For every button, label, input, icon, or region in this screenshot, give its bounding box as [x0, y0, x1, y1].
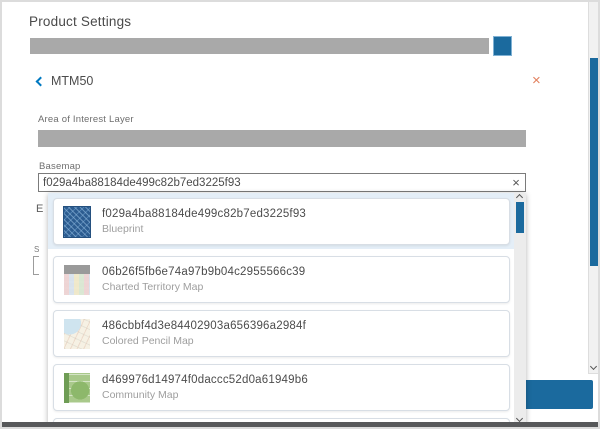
- area-of-interest-input-redacted[interactable]: [38, 130, 526, 147]
- obscured-checkbox[interactable]: [33, 256, 39, 275]
- basemap-dropdown-list: f029a4ba88184de499c82b7ed3225f93 Bluepri…: [48, 193, 526, 429]
- dropdown-scrollbar[interactable]: [514, 193, 526, 424]
- remove-product-icon[interactable]: ×: [532, 73, 541, 88]
- chevron-left-icon: [36, 76, 46, 86]
- basemap-option-id: 486cbbf4d3e84402903a656396a2984f: [102, 320, 306, 332]
- basemap-input[interactable]: [39, 177, 507, 189]
- scroll-down-icon[interactable]: [590, 363, 597, 370]
- primary-action-button[interactable]: [523, 380, 593, 409]
- community-map-thumbnail: [64, 373, 90, 403]
- basemap-option-name: Community Map: [102, 389, 308, 401]
- back-nav[interactable]: MTM50: [37, 73, 93, 89]
- basemap-option[interactable]: f029a4ba88184de499c82b7ed3225f93 Bluepri…: [53, 198, 510, 245]
- basemap-option-id: 06b26f5fb6e74a97b9b04c2955566c39: [102, 266, 305, 278]
- area-of-interest-label: Area of Interest Layer: [38, 114, 134, 125]
- obscured-label-fragment-2: S: [34, 245, 46, 254]
- basemap-option-id: f029a4ba88184de499c82b7ed3225f93: [102, 208, 306, 220]
- page-scrollbar[interactable]: [588, 2, 598, 374]
- clear-input-icon[interactable]: ×: [507, 176, 525, 189]
- basemap-option-name: Colored Pencil Map: [102, 335, 306, 347]
- basemap-label: Basemap: [39, 161, 81, 172]
- colored-pencil-map-thumbnail: [64, 319, 90, 349]
- redacted-header-bar: [30, 38, 489, 54]
- dropdown-scroll-down-icon[interactable]: [516, 415, 523, 422]
- basemap-option-id: d469976d14974f0daccc52d0a61949b6: [102, 374, 308, 386]
- basemap-option[interactable]: d469976d14974f0daccc52d0a61949b6 Communi…: [53, 364, 510, 411]
- back-nav-label: MTM50: [51, 74, 93, 88]
- basemap-option[interactable]: 06b26f5fb6e74a97b9b04c2955566c39 Charted…: [53, 256, 510, 303]
- basemap-combobox[interactable]: ×: [38, 173, 526, 192]
- bottom-edge-strip: [2, 422, 600, 429]
- basemap-option[interactable]: 486cbbf4d3e84402903a656396a2984f Colored…: [53, 310, 510, 357]
- obscured-label-fragment-1: E: [36, 203, 47, 215]
- product-settings-dialog: Product Settings MTM50 × Area of Interes…: [0, 0, 600, 429]
- dropdown-scrollbar-thumb[interactable]: [516, 202, 524, 233]
- dropdown-scroll-up-icon[interactable]: [516, 194, 523, 201]
- basemap-option-name: Charted Territory Map: [102, 281, 305, 293]
- basemap-option-name: Blueprint: [102, 223, 306, 235]
- page-scrollbar-thumb[interactable]: [590, 58, 598, 266]
- blueprint-map-thumbnail: [64, 207, 90, 237]
- header-accent-square: [494, 37, 511, 55]
- charted-territory-map-thumbnail: [64, 265, 90, 295]
- page-title: Product Settings: [29, 14, 131, 29]
